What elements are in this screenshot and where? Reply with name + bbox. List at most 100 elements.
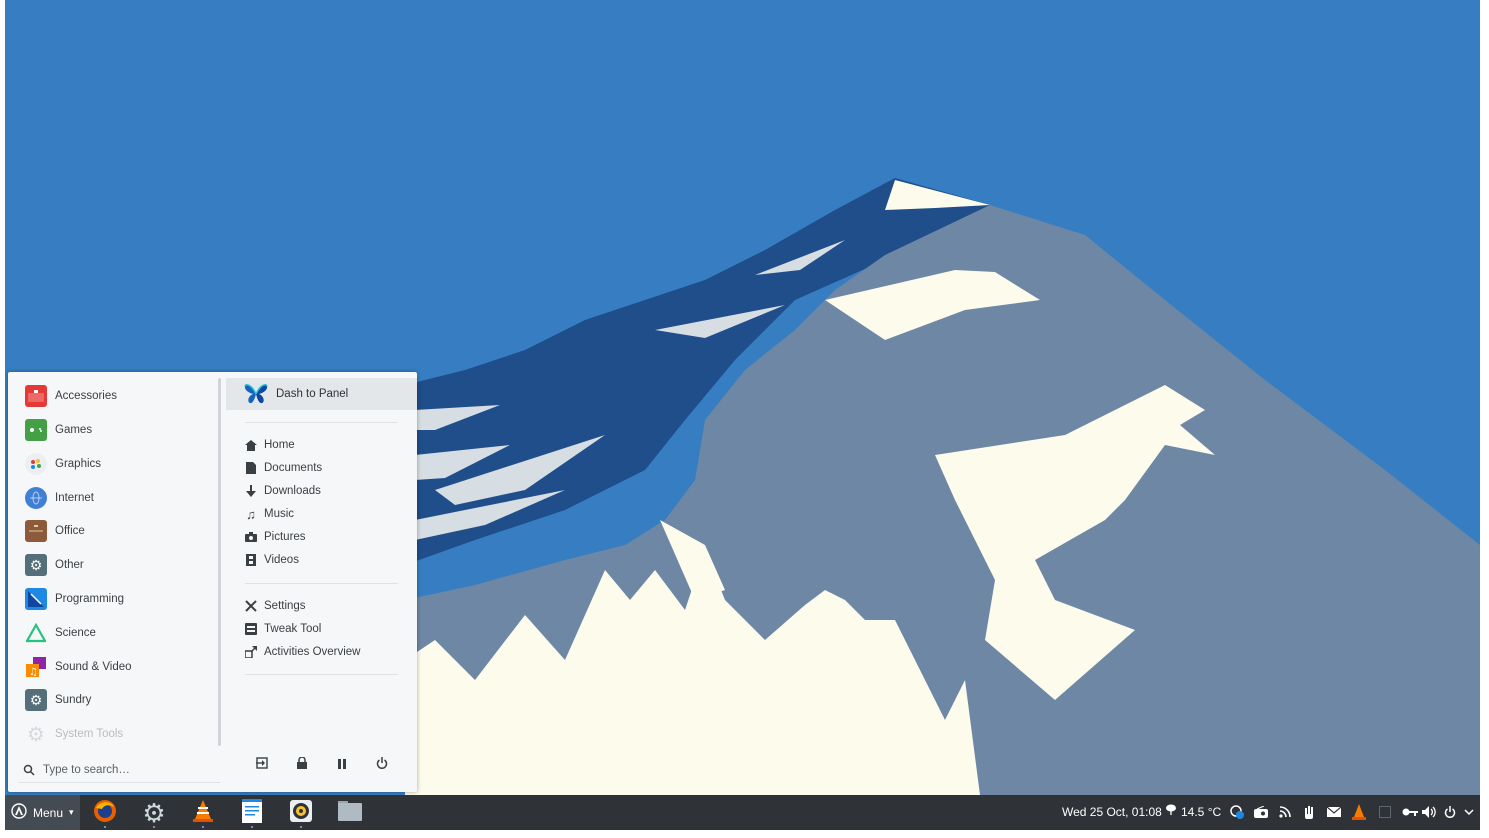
place-home[interactable]: Home: [244, 435, 295, 455]
launcher-files[interactable]: [334, 798, 366, 828]
weather-temp: 14.5 °C: [1181, 804, 1222, 819]
category-label: Graphics: [55, 458, 102, 470]
category-label: System Tools: [55, 728, 124, 740]
download-icon: [244, 484, 258, 498]
flask-icon: [25, 622, 47, 644]
gear-icon: ⚙: [25, 554, 47, 576]
briefcase-icon: [25, 520, 47, 542]
category-accessories[interactable]: Accessories: [25, 381, 117, 411]
chevron-down-icon[interactable]: [1461, 804, 1477, 820]
clock[interactable]: Wed 25 Oct, 01:08: [1062, 805, 1162, 819]
category-programming[interactable]: Programming: [25, 584, 124, 614]
launcher-rhythmbox[interactable]: [285, 798, 317, 828]
running-indicator: [202, 826, 204, 828]
launcher-text-editor[interactable]: [236, 798, 268, 828]
separator: [245, 583, 398, 584]
butterfly-icon: [244, 383, 270, 405]
category-label: Sundry: [55, 694, 92, 706]
launcher-vlc[interactable]: [187, 798, 219, 828]
place-videos[interactable]: Videos: [244, 550, 299, 570]
menu-button[interactable]: Menu ▾: [5, 795, 80, 830]
category-system-tools[interactable]: ⚙ System Tools: [25, 719, 123, 749]
camera-icon: [244, 530, 258, 544]
suspend-button[interactable]: [333, 756, 351, 774]
files-icon: [338, 800, 362, 826]
favorite-dash-to-panel[interactable]: Dash to Panel: [226, 378, 417, 410]
place-label: Music: [264, 508, 295, 520]
category-label: Games: [55, 424, 93, 436]
gamepad-icon: [25, 419, 47, 441]
running-indicator: [251, 826, 253, 828]
toolbox-icon: [25, 385, 47, 407]
search-icon: [19, 764, 39, 776]
power-icon: [376, 756, 388, 774]
menu-label: Menu: [33, 805, 64, 820]
place-music[interactable]: ♫ Music: [244, 504, 294, 524]
suspend-icon: [338, 756, 346, 774]
power-tray-icon[interactable]: [1442, 804, 1458, 820]
category-label: Sound & Video: [55, 661, 132, 673]
search-placeholder: Type to search…: [43, 764, 130, 776]
system-tweak-tool[interactable]: Tweak Tool: [244, 619, 321, 639]
system-settings[interactable]: Settings: [244, 596, 306, 616]
rhythmbox-icon: [290, 799, 312, 827]
category-graphics[interactable]: Graphics: [25, 449, 101, 479]
category-other[interactable]: ⚙ Other: [25, 550, 84, 580]
document-icon: [244, 461, 258, 475]
vlc-icon: [192, 799, 214, 828]
search-field[interactable]: Type to search…: [19, 758, 220, 783]
system-activities-overview[interactable]: Activities Overview: [244, 642, 361, 662]
logout-icon: [256, 756, 268, 774]
category-games[interactable]: Games: [25, 415, 92, 445]
key-icon[interactable]: [1402, 804, 1418, 820]
place-pictures[interactable]: Pictures: [244, 527, 306, 547]
separator: [245, 674, 398, 675]
lock-button[interactable]: [293, 756, 311, 774]
place-downloads[interactable]: Downloads: [244, 481, 321, 501]
gear-icon: ⚙: [27, 723, 45, 746]
category-label: Accessories: [55, 390, 117, 402]
launcher-settings[interactable]: ⚙: [138, 798, 170, 828]
logout-button[interactable]: [253, 756, 271, 774]
weather-indicator[interactable]: 14.5 °C: [1165, 804, 1221, 819]
overview-icon: [244, 645, 258, 659]
window-icon[interactable]: [1377, 804, 1393, 820]
category-office[interactable]: Office: [25, 516, 85, 546]
system-label: Tweak Tool: [264, 623, 322, 635]
vlc-tray-icon[interactable]: [1351, 804, 1367, 820]
volume-icon[interactable]: [1422, 804, 1438, 820]
tools-icon: [244, 599, 258, 613]
music-video-icon: ♫: [25, 656, 47, 678]
system-label: Activities Overview: [264, 646, 361, 658]
category-label: Internet: [55, 492, 94, 504]
chevron-down-icon: ▾: [69, 807, 74, 817]
settings-gear-icon: ⚙: [142, 798, 166, 828]
place-label: Videos: [264, 554, 299, 566]
cloud-rain-icon: [1165, 804, 1177, 819]
running-indicator: [153, 826, 155, 828]
category-internet[interactable]: Internet: [25, 483, 94, 513]
firefox-icon: [93, 799, 117, 828]
launcher-firefox[interactable]: [89, 798, 121, 828]
radio-icon[interactable]: [1253, 804, 1269, 820]
category-sundry[interactable]: ⚙ Sundry: [25, 685, 91, 715]
rss-icon[interactable]: [1277, 804, 1293, 820]
favorite-label: Dash to Panel: [276, 388, 349, 400]
category-science[interactable]: Science: [25, 618, 96, 648]
search-tray-icon[interactable]: [1229, 804, 1245, 820]
category-scrollbar[interactable]: [218, 378, 221, 746]
app-menu: Accessories Games Graphics Internet Offi…: [8, 372, 417, 792]
place-documents[interactable]: Documents: [244, 458, 322, 478]
place-label: Downloads: [264, 485, 321, 497]
category-sound-video[interactable]: ♫ Sound & Video: [25, 652, 132, 682]
place-label: Home: [264, 439, 295, 451]
tweak-icon: [244, 622, 258, 636]
category-label: Science: [55, 627, 96, 639]
mail-icon[interactable]: [1326, 804, 1342, 820]
system-label: Settings: [264, 600, 306, 612]
globe-icon: [25, 487, 47, 509]
power-button[interactable]: [373, 756, 391, 774]
separator: [245, 422, 398, 423]
place-label: Documents: [264, 462, 323, 474]
hand-icon[interactable]: [1301, 804, 1317, 820]
